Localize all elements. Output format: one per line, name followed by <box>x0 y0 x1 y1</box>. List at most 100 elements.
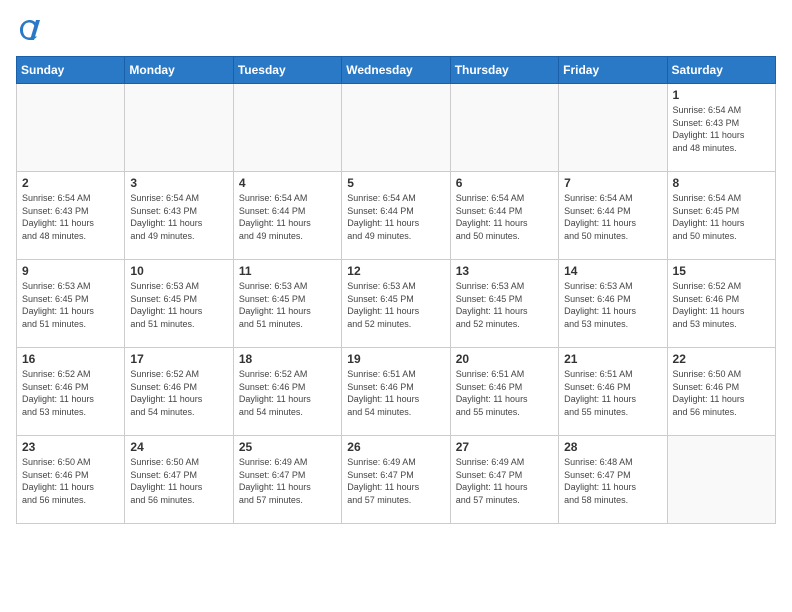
day-detail: Sunrise: 6:52 AM Sunset: 6:46 PM Dayligh… <box>22 368 119 418</box>
day-detail: Sunrise: 6:52 AM Sunset: 6:46 PM Dayligh… <box>673 280 770 330</box>
calendar-cell <box>450 84 558 172</box>
calendar-cell: 15 Sunrise: 6:52 AM Sunset: 6:46 PM Dayli… <box>667 260 775 348</box>
calendar-cell: 18 Sunrise: 6:52 AM Sunset: 6:46 PM Dayli… <box>233 348 341 436</box>
day-detail: Sunrise: 6:49 AM Sunset: 6:47 PM Dayligh… <box>456 456 553 506</box>
calendar-cell: 2 Sunrise: 6:54 AM Sunset: 6:43 PM Daylig… <box>17 172 125 260</box>
calendar-cell: 3 Sunrise: 6:54 AM Sunset: 6:43 PM Daylig… <box>125 172 233 260</box>
day-detail: Sunrise: 6:54 AM Sunset: 6:44 PM Dayligh… <box>564 192 661 242</box>
calendar-cell: 1 Sunrise: 6:54 AM Sunset: 6:43 PM Daylig… <box>667 84 775 172</box>
day-number: 2 <box>22 176 119 190</box>
calendar-cell: 6 Sunrise: 6:54 AM Sunset: 6:44 PM Daylig… <box>450 172 558 260</box>
calendar-cell: 26 Sunrise: 6:49 AM Sunset: 6:47 PM Dayli… <box>342 436 450 524</box>
day-detail: Sunrise: 6:53 AM Sunset: 6:45 PM Dayligh… <box>347 280 444 330</box>
calendar-cell: 20 Sunrise: 6:51 AM Sunset: 6:46 PM Dayli… <box>450 348 558 436</box>
day-detail: Sunrise: 6:53 AM Sunset: 6:45 PM Dayligh… <box>130 280 227 330</box>
day-number: 24 <box>130 440 227 454</box>
day-detail: Sunrise: 6:54 AM Sunset: 6:43 PM Dayligh… <box>22 192 119 242</box>
day-detail: Sunrise: 6:52 AM Sunset: 6:46 PM Dayligh… <box>239 368 336 418</box>
weekday-header-monday: Monday <box>125 57 233 84</box>
day-number: 17 <box>130 352 227 366</box>
calendar-cell <box>559 84 667 172</box>
day-number: 23 <box>22 440 119 454</box>
calendar-cell: 5 Sunrise: 6:54 AM Sunset: 6:44 PM Daylig… <box>342 172 450 260</box>
weekday-header-sunday: Sunday <box>17 57 125 84</box>
day-detail: Sunrise: 6:51 AM Sunset: 6:46 PM Dayligh… <box>347 368 444 418</box>
page-header <box>16 16 776 44</box>
calendar-cell: 21 Sunrise: 6:51 AM Sunset: 6:46 PM Dayli… <box>559 348 667 436</box>
weekday-header-tuesday: Tuesday <box>233 57 341 84</box>
calendar-cell: 27 Sunrise: 6:49 AM Sunset: 6:47 PM Dayli… <box>450 436 558 524</box>
calendar-cell: 11Sunrise: 6:53 AM Sunset: 6:45 PM Dayli… <box>233 260 341 348</box>
day-detail: Sunrise: 6:54 AM Sunset: 6:43 PM Dayligh… <box>130 192 227 242</box>
day-number: 5 <box>347 176 444 190</box>
day-number: 21 <box>564 352 661 366</box>
calendar-cell <box>125 84 233 172</box>
day-number: 11 <box>239 264 336 278</box>
day-detail: Sunrise: 6:54 AM Sunset: 6:44 PM Dayligh… <box>239 192 336 242</box>
day-number: 19 <box>347 352 444 366</box>
day-number: 1 <box>673 88 770 102</box>
day-number: 15 <box>673 264 770 278</box>
day-number: 16 <box>22 352 119 366</box>
day-detail: Sunrise: 6:54 AM Sunset: 6:44 PM Dayligh… <box>456 192 553 242</box>
calendar-cell: 10Sunrise: 6:53 AM Sunset: 6:45 PM Dayli… <box>125 260 233 348</box>
day-number: 28 <box>564 440 661 454</box>
calendar-cell <box>667 436 775 524</box>
day-number: 3 <box>130 176 227 190</box>
day-detail: Sunrise: 6:54 AM Sunset: 6:45 PM Dayligh… <box>673 192 770 242</box>
day-detail: Sunrise: 6:50 AM Sunset: 6:47 PM Dayligh… <box>130 456 227 506</box>
calendar-cell: 9 Sunrise: 6:53 AM Sunset: 6:45 PM Daylig… <box>17 260 125 348</box>
weekday-header-wednesday: Wednesday <box>342 57 450 84</box>
day-number: 8 <box>673 176 770 190</box>
calendar-cell: 13 Sunrise: 6:53 AM Sunset: 6:45 PM Dayli… <box>450 260 558 348</box>
day-number: 22 <box>673 352 770 366</box>
calendar-week-5: 23Sunrise: 6:50 AM Sunset: 6:46 PM Dayli… <box>17 436 776 524</box>
logo-icon <box>16 16 44 44</box>
calendar-cell: 14 Sunrise: 6:53 AM Sunset: 6:46 PM Dayli… <box>559 260 667 348</box>
day-number: 6 <box>456 176 553 190</box>
day-detail: Sunrise: 6:53 AM Sunset: 6:46 PM Dayligh… <box>564 280 661 330</box>
day-number: 26 <box>347 440 444 454</box>
calendar-week-4: 16 Sunrise: 6:52 AM Sunset: 6:46 PM Dayli… <box>17 348 776 436</box>
day-detail: Sunrise: 6:54 AM Sunset: 6:43 PM Dayligh… <box>673 104 770 154</box>
day-number: 4 <box>239 176 336 190</box>
calendar-cell: 8 Sunrise: 6:54 AM Sunset: 6:45 PM Daylig… <box>667 172 775 260</box>
calendar-cell: 19 Sunrise: 6:51 AM Sunset: 6:46 PM Dayli… <box>342 348 450 436</box>
calendar-cell: 23Sunrise: 6:50 AM Sunset: 6:46 PM Dayli… <box>17 436 125 524</box>
day-number: 12 <box>347 264 444 278</box>
day-detail: Sunrise: 6:52 AM Sunset: 6:46 PM Dayligh… <box>130 368 227 418</box>
calendar-cell: 22 Sunrise: 6:50 AM Sunset: 6:46 PM Dayli… <box>667 348 775 436</box>
calendar-body: 1 Sunrise: 6:54 AM Sunset: 6:43 PM Daylig… <box>17 84 776 524</box>
day-detail: Sunrise: 6:53 AM Sunset: 6:45 PM Dayligh… <box>456 280 553 330</box>
day-number: 13 <box>456 264 553 278</box>
calendar-cell: 25Sunrise: 6:49 AM Sunset: 6:47 PM Dayli… <box>233 436 341 524</box>
calendar-week-3: 9 Sunrise: 6:53 AM Sunset: 6:45 PM Daylig… <box>17 260 776 348</box>
day-detail: Sunrise: 6:48 AM Sunset: 6:47 PM Dayligh… <box>564 456 661 506</box>
day-detail: Sunrise: 6:49 AM Sunset: 6:47 PM Dayligh… <box>239 456 336 506</box>
calendar-cell: 28 Sunrise: 6:48 AM Sunset: 6:47 PM Dayli… <box>559 436 667 524</box>
day-number: 9 <box>22 264 119 278</box>
weekday-header-friday: Friday <box>559 57 667 84</box>
day-number: 18 <box>239 352 336 366</box>
day-detail: Sunrise: 6:54 AM Sunset: 6:44 PM Dayligh… <box>347 192 444 242</box>
calendar-cell <box>233 84 341 172</box>
calendar-cell: 16 Sunrise: 6:52 AM Sunset: 6:46 PM Dayli… <box>17 348 125 436</box>
day-number: 27 <box>456 440 553 454</box>
day-number: 7 <box>564 176 661 190</box>
day-number: 20 <box>456 352 553 366</box>
day-number: 14 <box>564 264 661 278</box>
calendar-cell: 17 Sunrise: 6:52 AM Sunset: 6:46 PM Dayli… <box>125 348 233 436</box>
weekday-header-saturday: Saturday <box>667 57 775 84</box>
calendar-week-2: 2 Sunrise: 6:54 AM Sunset: 6:43 PM Daylig… <box>17 172 776 260</box>
calendar-cell <box>17 84 125 172</box>
calendar-week-1: 1 Sunrise: 6:54 AM Sunset: 6:43 PM Daylig… <box>17 84 776 172</box>
logo <box>16 16 48 44</box>
day-detail: Sunrise: 6:49 AM Sunset: 6:47 PM Dayligh… <box>347 456 444 506</box>
calendar-header: SundayMondayTuesdayWednesdayThursdayFrid… <box>17 57 776 84</box>
day-detail: Sunrise: 6:51 AM Sunset: 6:46 PM Dayligh… <box>564 368 661 418</box>
day-detail: Sunrise: 6:51 AM Sunset: 6:46 PM Dayligh… <box>456 368 553 418</box>
weekday-header-thursday: Thursday <box>450 57 558 84</box>
day-detail: Sunrise: 6:53 AM Sunset: 6:45 PM Dayligh… <box>22 280 119 330</box>
day-detail: Sunrise: 6:50 AM Sunset: 6:46 PM Dayligh… <box>673 368 770 418</box>
calendar-cell: 4 Sunrise: 6:54 AM Sunset: 6:44 PM Daylig… <box>233 172 341 260</box>
